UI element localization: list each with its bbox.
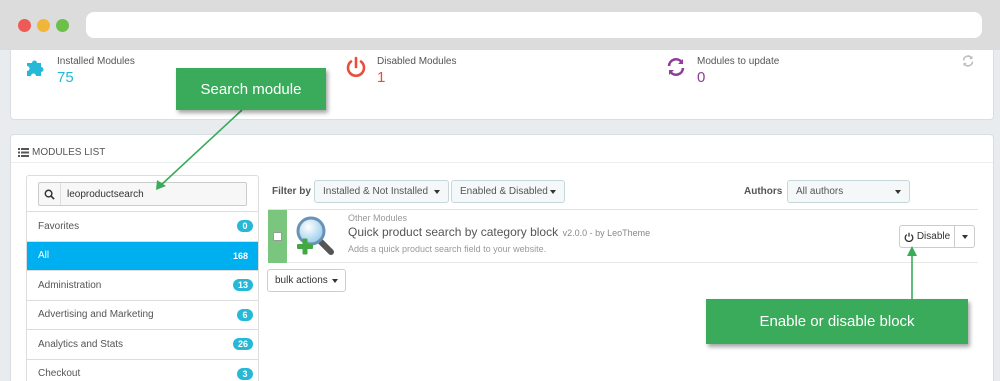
module-info: Other Modules Quick product search by ca…	[348, 213, 650, 254]
enable-disable-callout: Enable or disable block	[706, 299, 968, 344]
bulk-actions-button[interactable]: bulk actions	[267, 269, 346, 292]
sync-icon	[665, 56, 687, 80]
category-label: Advertising and Marketing	[38, 309, 154, 321]
module-row: Other Modules Quick product search by ca…	[268, 209, 978, 263]
module-version: v2.0.0 - by LeoTheme	[562, 228, 651, 238]
kpi-installed-title: Installed Modules	[57, 56, 135, 67]
category-count-badge: 168	[232, 250, 248, 261]
category-administration[interactable]: Administration 13	[27, 271, 258, 301]
module-status-bar	[268, 210, 287, 263]
module-logo	[287, 210, 343, 263]
chevron-down-icon	[434, 189, 440, 194]
kpi-disabled-title: Disabled Modules	[377, 56, 457, 67]
category-label: Checkout	[38, 368, 81, 380]
category-count-badge: 26	[232, 338, 253, 351]
search-module-callout: Search module	[176, 68, 326, 110]
category-count-badge: 0	[237, 220, 253, 233]
refresh-icon[interactable]	[961, 54, 975, 73]
magnifier-add-icon	[296, 216, 334, 255]
category-count-badge: 6	[237, 308, 253, 321]
module-search-input[interactable]	[61, 183, 231, 205]
disable-button-label: Disable	[916, 231, 951, 242]
window-minimize-dot[interactable]	[37, 19, 50, 32]
category-label: Administration	[38, 279, 102, 291]
search-icon	[39, 183, 61, 205]
category-count-badge: 3	[237, 367, 253, 380]
kpi-disabled-modules[interactable]: Disabled Modules 1	[345, 54, 457, 86]
category-label: Analytics and Stats	[38, 338, 124, 350]
module-actions-dropdown[interactable]	[954, 225, 975, 248]
bulk-actions-label: bulk actions	[275, 275, 328, 286]
kpi-modules-to-update[interactable]: Modules to update 0	[665, 54, 779, 86]
category-favorites[interactable]: Favorites 0	[27, 212, 258, 242]
kpi-installed-value: 75	[57, 69, 74, 86]
power-icon	[904, 232, 914, 242]
install-filter-value: Installed & Not Installed	[323, 186, 429, 197]
category-label: All	[38, 250, 50, 262]
filter-by-label: Filter by	[272, 186, 311, 197]
category-advertising-marketing[interactable]: Advertising and Marketing 6	[27, 301, 258, 330]
category-checkout[interactable]: Checkout 3	[27, 360, 258, 381]
module-name[interactable]: Quick product search by category block	[348, 225, 558, 239]
puzzle-icon	[25, 56, 47, 80]
modules-list-header: MODULES LIST	[11, 135, 993, 163]
enable-filter-value: Enabled & Disabled	[460, 186, 548, 197]
window-close-dot[interactable]	[18, 19, 31, 32]
chevron-down-icon	[895, 189, 901, 194]
install-filter-select[interactable]: Installed & Not Installed	[314, 180, 449, 203]
category-sidebar: Favorites 0 All 168 Administration 13 Ad…	[26, 175, 259, 381]
chevron-down-icon	[550, 189, 556, 194]
enable-filter-select[interactable]: Enabled & Disabled	[451, 180, 565, 203]
kpi-disabled-value: 1	[377, 69, 386, 86]
module-select-checkbox[interactable]	[273, 232, 282, 241]
disable-button[interactable]: Disable	[899, 225, 955, 248]
module-search-box	[38, 182, 247, 206]
browser-chrome	[0, 0, 1000, 50]
address-bar[interactable]	[86, 12, 982, 38]
module-description: Adds a quick product search field to you…	[348, 244, 547, 254]
authors-filter-value: All authors	[796, 186, 844, 197]
modules-list-title: MODULES LIST	[32, 147, 106, 158]
kpi-panel: Installed Modules 75 Disabled Modules 1 …	[10, 50, 994, 120]
chevron-down-icon	[331, 278, 338, 283]
module-category: Other Modules	[348, 213, 408, 223]
kpi-installed-modules[interactable]: Installed Modules 75	[25, 54, 135, 86]
category-all[interactable]: All 168	[27, 241, 258, 271]
kpi-update-value: 0	[697, 69, 706, 86]
authors-label: Authors	[744, 186, 783, 197]
chevron-down-icon	[961, 234, 968, 239]
category-label: Favorites	[38, 220, 80, 232]
authors-filter-select[interactable]: All authors	[787, 180, 910, 203]
kpi-update-title: Modules to update	[697, 56, 780, 67]
category-count-badge: 13	[232, 279, 253, 292]
module-search-row	[27, 176, 258, 212]
list-icon	[18, 148, 29, 157]
power-icon	[345, 56, 367, 80]
window-maximize-dot[interactable]	[56, 19, 69, 32]
category-analytics-stats[interactable]: Analytics and Stats 26	[27, 330, 258, 360]
